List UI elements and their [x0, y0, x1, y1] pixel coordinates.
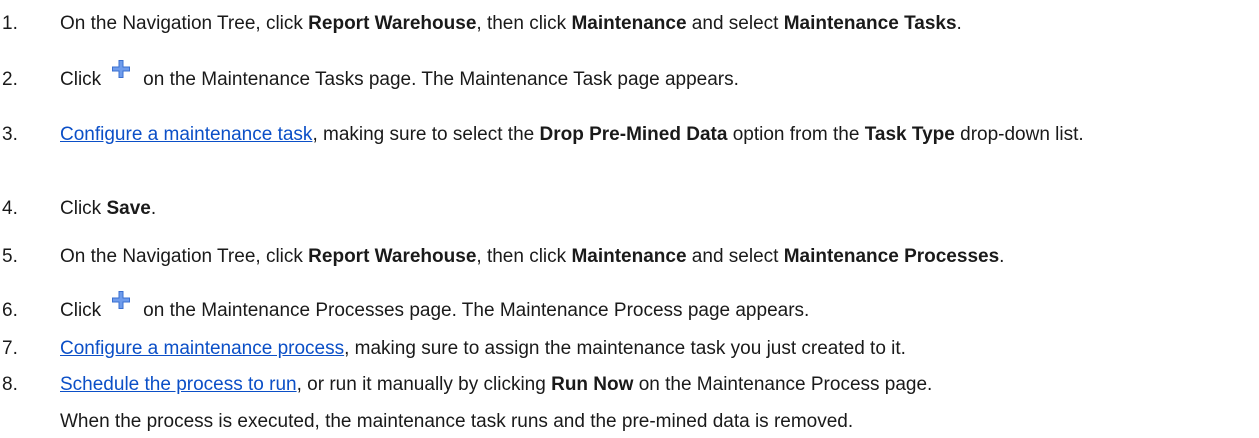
step-text-part: Click — [60, 198, 107, 219]
step-text-part: and select — [686, 246, 784, 267]
step-text-part: , then click — [476, 13, 572, 34]
step-text: On the Navigation Tree, click Report War… — [60, 245, 1237, 269]
step-number: 7. — [2, 338, 18, 359]
bold-term: Maintenance Processes — [783, 246, 1000, 267]
bold-term: Report Warehouse — [308, 13, 477, 34]
step-number: 8. — [2, 374, 18, 395]
bold-term: Report Warehouse — [308, 246, 477, 267]
add-button[interactable] — [107, 291, 137, 323]
add-button[interactable] — [107, 60, 137, 92]
bold-term: Maintenance — [571, 13, 687, 34]
step-text-part: . — [956, 13, 962, 34]
step-text-part: On the Navigation Tree, click — [60, 246, 309, 267]
step-text: Click on the Maintenance Processes page. … — [60, 291, 1237, 323]
step-text-part: , making sure to select the — [312, 124, 540, 145]
bold-term: Drop Pre-Mined Data — [539, 124, 728, 145]
step-text: On the Navigation Tree, click Report War… — [60, 12, 1237, 36]
schedule-process-link[interactable]: Schedule the process to run — [60, 374, 297, 395]
step-number: 6. — [2, 300, 18, 321]
step-text-part: , or run it manually by clicking — [296, 374, 552, 395]
bold-term: Run Now — [551, 374, 634, 395]
bold-term: Maintenance — [571, 246, 687, 267]
bold-term: Save — [106, 198, 151, 219]
step-text-part: and select — [686, 13, 784, 34]
step-text-part: On the Navigation Tree, click — [60, 13, 309, 34]
step-text: Configure a maintenance process, making … — [60, 337, 1237, 361]
plus-icon — [112, 60, 131, 78]
bold-term: Task Type — [864, 124, 955, 145]
step-text-part: Click — [60, 300, 102, 321]
step-text: Click on the Maintenance Tasks page. The … — [60, 60, 1237, 92]
plus-icon — [112, 291, 131, 309]
step-number: 1. — [2, 13, 18, 34]
bold-term: Maintenance Tasks — [783, 13, 957, 34]
step-text: Schedule the process to run, or run it m… — [60, 373, 1237, 397]
step-text-part: . — [150, 198, 157, 219]
step-text-part: drop-down list. — [954, 124, 1084, 145]
step-number: 4. — [2, 198, 18, 219]
step-text-part: option from the — [727, 124, 865, 145]
step-text-part: Click — [60, 69, 102, 90]
step-text-part: on the Maintenance Process page. — [633, 374, 933, 395]
configure-task-link[interactable]: Configure a maintenance task — [60, 124, 312, 145]
configure-process-link[interactable]: Configure a maintenance process — [60, 338, 344, 359]
step-text-part: on the Maintenance Tasks page. The Maint… — [143, 69, 739, 90]
step-text-part: , making sure to assign the maintenance … — [344, 338, 906, 359]
step-number: 3. — [2, 124, 18, 145]
step-text-part: . — [999, 246, 1005, 267]
step-text: Configure a maintenance task, making sur… — [60, 123, 1237, 147]
step-text-part: , then click — [476, 246, 572, 267]
result-note: When the process is executed, the mainte… — [60, 411, 854, 432]
step-text: Click Save. — [60, 197, 1237, 221]
step-number: 5. — [2, 246, 18, 267]
step-text-part: on the Maintenance Processes page. The M… — [143, 300, 810, 321]
step-number: 2. — [2, 69, 18, 90]
